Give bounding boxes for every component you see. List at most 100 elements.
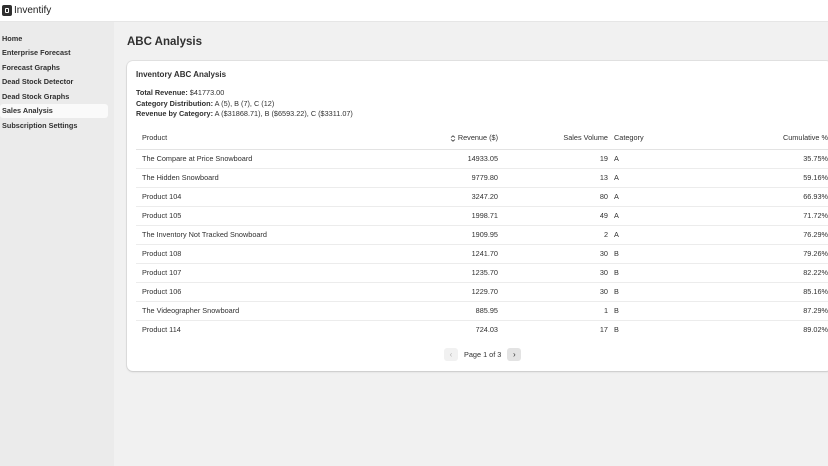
cell-category: B [614,282,674,302]
sidebar-item-dead-stock-graphs[interactable]: Dead Stock Graphs [0,89,108,104]
cell-cumulative: 89.02% [803,325,828,335]
sidebar-item-dead-stock-detector[interactable]: Dead Stock Detector [0,75,108,90]
cell-product: Product 114 [142,325,181,335]
cell-cumulative: 35.75% [674,149,828,169]
revenue-by-category-value: A ($31868.71), B ($6593.22), C ($3311.07… [213,109,353,118]
table-row: Product 105 1998.71 49 A 71.72% [136,206,828,226]
cell-cumulative: 71.72% [674,206,828,226]
pagination: ‹ Page 1 of 3 › [444,348,522,361]
column-header-sales-volume[interactable]: Sales Volume [498,127,614,150]
sidebar-item-label: Forecast Graphs [2,62,60,72]
cell-revenue: 9779.80 [416,168,498,188]
sort-icon [450,135,456,142]
cell-sales-volume: 30 [498,263,614,283]
sidebar-nav: Home Enterprise Forecast Forecast Graphs… [0,22,114,466]
cell-cumulative: 87.29% [674,301,828,321]
main-content: ABC Analysis Inventory ABC Analysis Tota… [114,22,828,466]
cell-category: B [614,244,674,264]
table-row: The Inventory Not Tracked Snowboard 1909.… [136,225,828,245]
sidebar-item-forecast-graphs[interactable]: Forecast Graphs [0,60,108,75]
previous-page-button[interactable]: ‹ [444,348,458,361]
total-revenue-line: Total Revenue: $41773.00 [136,88,353,99]
cell-sales-volume: 2 [498,225,614,245]
table-row: The Compare at Price Snowboard 14933.05 19… [136,149,828,169]
revenue-by-category-line: Revenue by Category: A ($31868.71), B ($… [136,109,353,120]
cell-revenue: 1229.70 [416,282,498,302]
card-title: Inventory ABC Analysis [136,70,227,79]
column-header-product[interactable]: Product [136,127,416,150]
cell-product: Product 104 [136,187,416,207]
table-row: Product 108 1241.70 30 B 79.26% [136,244,828,264]
top-bar: Inventify [0,0,828,22]
app-title: Inventify [14,5,52,16]
cell-category: A [614,187,674,207]
sidebar-item-subscription-settings[interactable]: Subscription Settings [0,118,108,133]
cell-revenue: 14933.05 [416,149,498,169]
table-header-row: Product Revenue ($) Sales Volume Categor… [136,127,828,150]
total-revenue-label: Total Revenue: [136,88,188,97]
cell-revenue: 3247.20 [416,187,498,207]
cell-revenue: 724.03 [475,325,498,335]
next-page-button[interactable]: › [507,348,522,361]
cell-category: A [614,149,674,169]
cell-cumulative: 82.22% [674,263,828,283]
category-distribution-value: A (5), B (7), C (12) [213,98,275,108]
cell-category: B [614,325,619,335]
sidebar-item-label: Dead Stock Graphs [2,91,70,101]
cell-revenue: 885.95 [416,301,498,321]
table-row: Product 104 3247.20 80 A 66.93% [136,187,828,207]
chevron-right-icon: › [512,350,516,359]
sidebar-item-enterprise-forecast[interactable]: Enterprise Forecast [0,46,108,61]
cell-product: The Inventory Not Tracked Snowboard [136,225,416,245]
cell-cumulative: 59.16% [674,168,828,188]
column-header-cumulative[interactable]: Cumulative % [674,127,828,150]
cell-revenue: 1241.70 [416,244,498,264]
cell-category: A [614,168,674,188]
abc-analysis-card: Inventory ABC Analysis Total Revenue: $4… [127,61,828,371]
column-header-revenue-label: Revenue ($) [457,133,498,143]
page-title: ABC Analysis [127,36,202,48]
summary-block: Total Revenue: $41773.00 Category Distri… [136,88,353,120]
column-header-category[interactable]: Category [614,127,674,150]
cell-revenue: 1998.71 [416,206,498,226]
table-row: Product 106 1229.70 30 B 85.16% [136,282,828,302]
cell-revenue: 1909.95 [416,225,498,245]
page-indicator: Page 1 of 3 [464,350,502,359]
table-row: Product 114 724.03 17 B 89.02% [136,320,828,339]
cell-product: The Videographer Snowboard [136,301,416,321]
total-revenue-value: $41773.00 [187,88,225,97]
sidebar-item-sales-analysis[interactable]: Sales Analysis [0,103,108,118]
cell-product: The Hidden Snowboard [136,168,416,188]
revenue-by-category-label: Revenue by Category: [136,109,214,118]
cell-sales-volume: 13 [498,168,614,188]
sidebar-item-label: Home [2,33,23,43]
cell-cumulative: 66.93% [674,187,828,207]
cell-product: Product 106 [136,282,416,302]
cell-category: B [614,301,674,321]
category-distribution-line: Category Distribution: A (5), B (7), C (… [136,99,353,110]
cell-cumulative: 85.16% [674,282,828,302]
cell-cumulative: 76.29% [674,225,828,245]
cell-sales-volume: 1 [498,301,614,321]
sidebar-item-home[interactable]: Home [0,31,108,46]
cell-product: Product 108 [136,244,416,264]
chevron-left-icon: ‹ [449,350,453,359]
sidebar-item-label: Enterprise Forecast [2,48,71,58]
table-row: The Videographer Snowboard 885.95 1 B 87.29% [136,301,828,321]
sidebar-item-label: Dead Stock Detector [2,77,74,87]
table-row: Product 107 1235.70 30 B 82.22% [136,263,828,283]
cell-cumulative: 79.26% [674,244,828,264]
cell-sales-volume: 17 [599,325,608,335]
cell-category: B [614,263,674,283]
cell-category: A [614,225,674,245]
cell-sales-volume: 30 [498,244,614,264]
abc-table: Product Revenue ($) Sales Volume Categor… [136,127,828,339]
column-header-revenue[interactable]: Revenue ($) [416,127,498,150]
cell-sales-volume: 19 [498,149,614,169]
cell-product: Product 107 [136,263,416,283]
sidebar-item-label: Subscription Settings [2,120,78,130]
cell-product: The Compare at Price Snowboard [136,149,416,169]
sidebar-item-label: Sales Analysis [2,106,53,116]
category-distribution-label: Category Distribution: [136,98,214,108]
cell-product: Product 105 [136,206,416,226]
